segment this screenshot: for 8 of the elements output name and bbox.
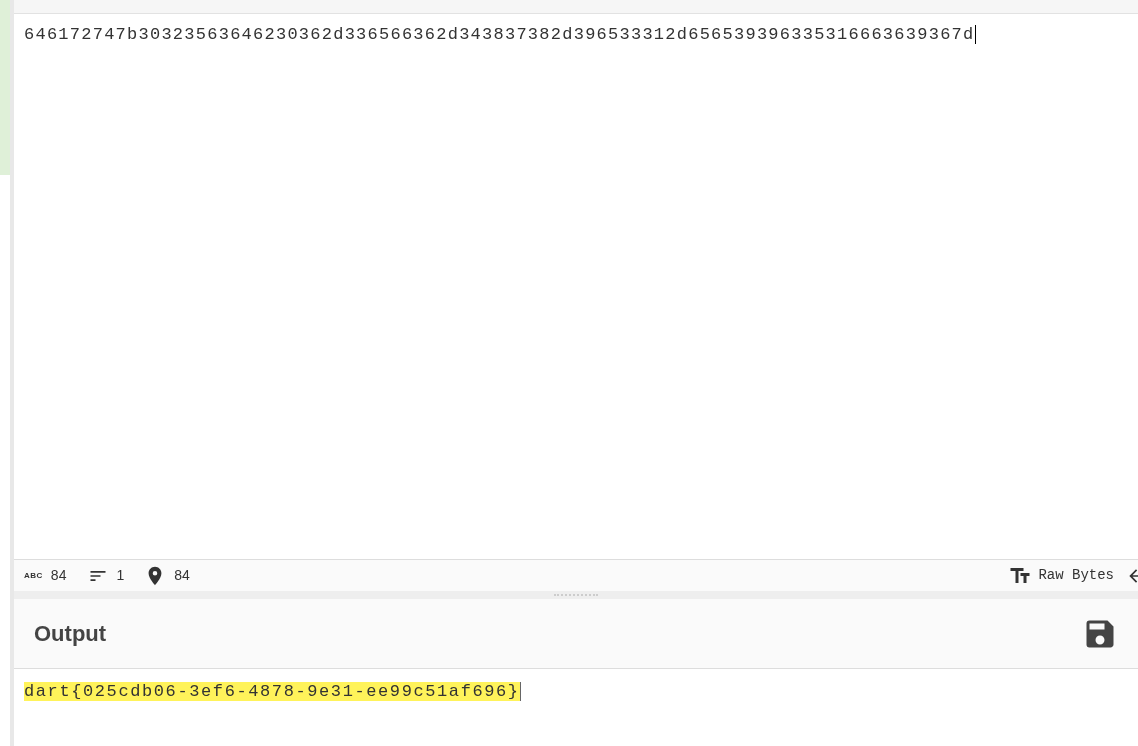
cursor-position: 84 — [174, 566, 190, 585]
output-text: dart{025cdb06-3ef6-4878-9e31-ee99c51af696} — [24, 682, 521, 701]
character-count: 84 — [50, 566, 67, 585]
character-count-icon: ABC — [24, 569, 43, 582]
output-title: Output — [34, 620, 107, 648]
line-count: 1 — [116, 566, 125, 585]
encoding-label[interactable]: Raw Bytes — [1038, 565, 1114, 586]
input-text-area[interactable]: 646172747b30323563646230362d336566362d343837382d396533312d656539396335316663639367d — [24, 25, 976, 44]
